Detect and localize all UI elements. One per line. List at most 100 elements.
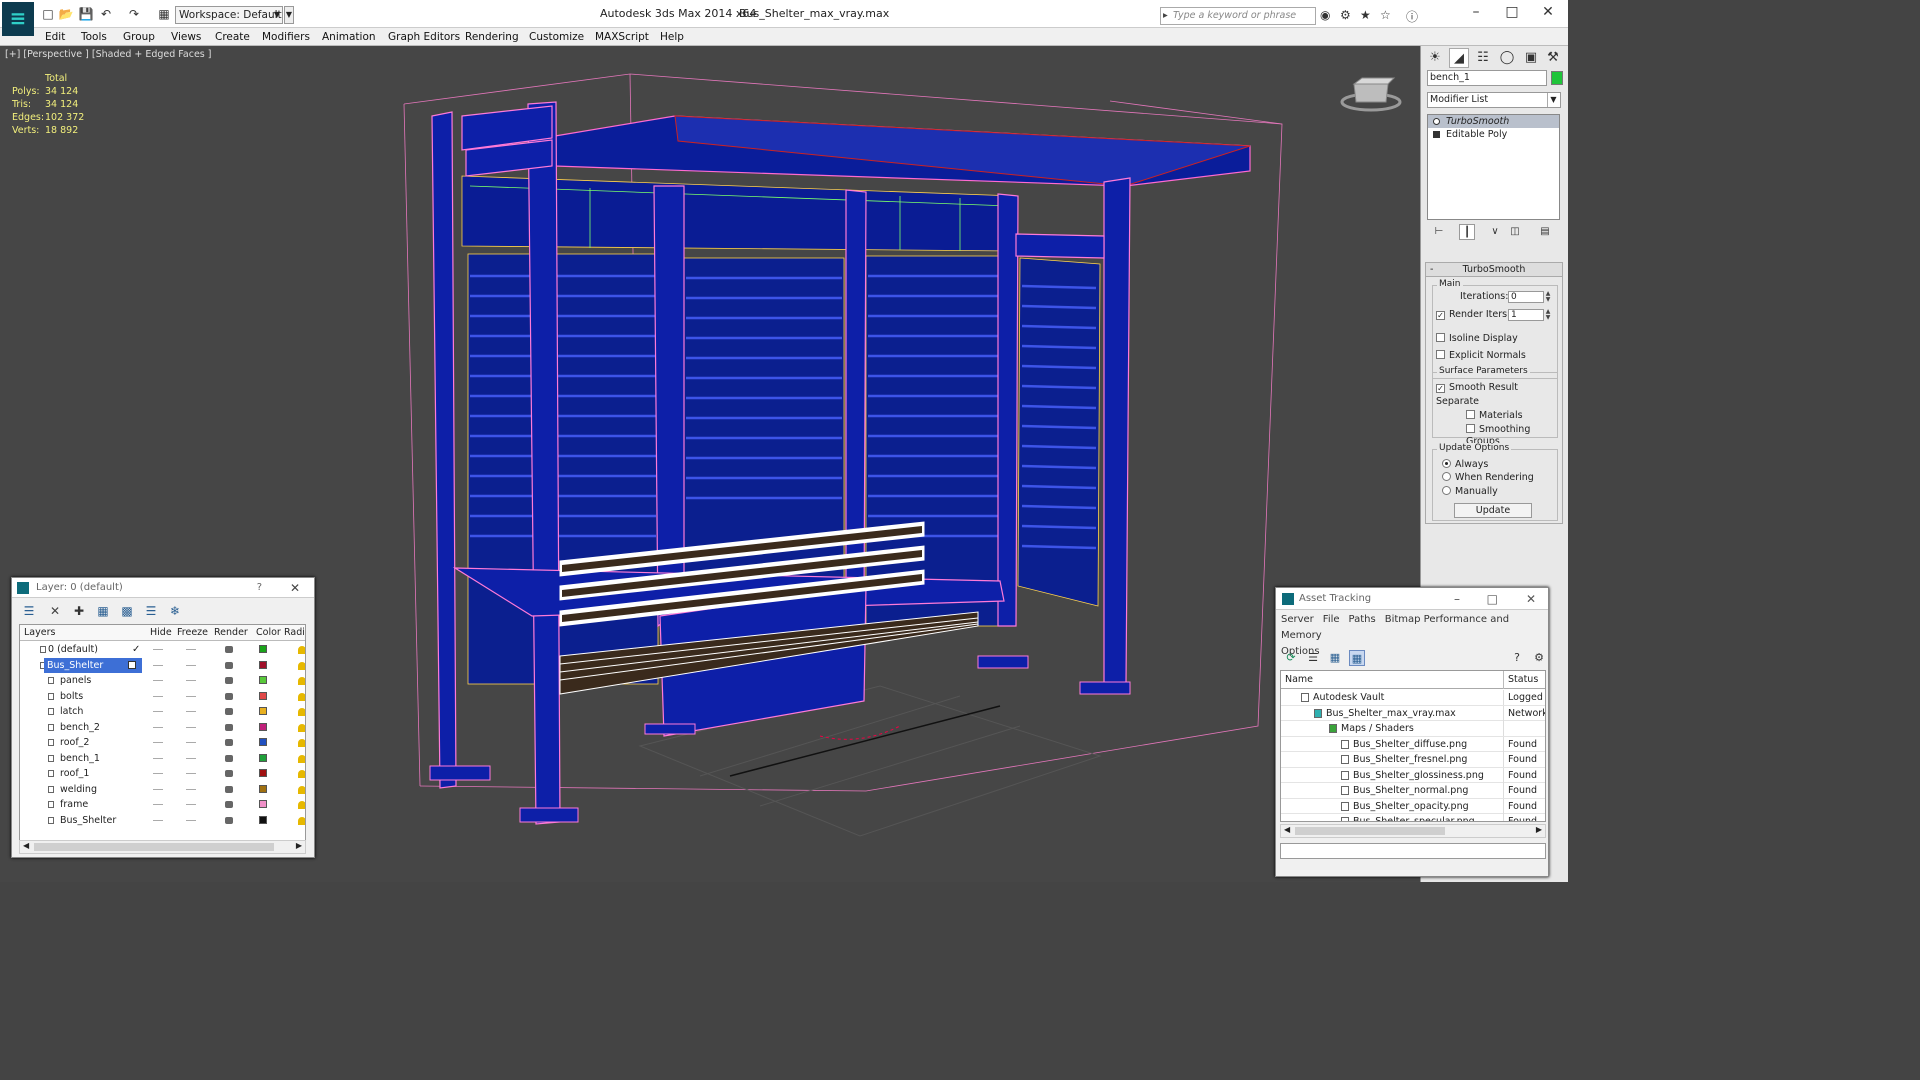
- settings-icon[interactable]: ⚙: [1531, 650, 1547, 666]
- redo-icon[interactable]: ↷: [126, 6, 142, 22]
- radiosity-icon[interactable]: [298, 739, 305, 747]
- freeze-toggle[interactable]: [186, 726, 196, 728]
- layer-color-swatch[interactable]: [259, 769, 267, 777]
- layer-window-titlebar[interactable]: Layer: 0 (default) ? ✕: [12, 578, 314, 598]
- app-logo-icon[interactable]: ≡: [2, 2, 34, 36]
- menu-create[interactable]: Create: [215, 29, 250, 45]
- layer-row[interactable]: Bus_Shelter: [20, 813, 305, 829]
- help-icon[interactable]: ⓘ: [1406, 8, 1418, 25]
- hide-toggle[interactable]: [153, 649, 163, 650]
- favorites-icon[interactable]: ☆: [1380, 8, 1391, 22]
- show-end-result-icon[interactable]: ┃: [1459, 224, 1475, 240]
- help-button[interactable]: ?: [257, 578, 262, 598]
- freeze-toggle[interactable]: [186, 819, 196, 821]
- radiosity-icon[interactable]: [298, 677, 305, 685]
- col-color[interactable]: Color: [256, 625, 281, 641]
- search-input[interactable]: Type a keyword or phrase: [1160, 7, 1316, 25]
- object-color-swatch[interactable]: [1551, 71, 1563, 85]
- iterations-spinner[interactable]: 0: [1508, 291, 1544, 303]
- asset-row[interactable]: Bus_Shelter_specular.png Found: [1281, 814, 1545, 821]
- table-view-icon[interactable]: ▦: [1327, 650, 1343, 666]
- freeze-toggle[interactable]: [186, 711, 196, 712]
- layer-row[interactable]: 0 (default) ✓: [20, 642, 305, 658]
- hide-toggle[interactable]: [153, 726, 163, 728]
- radiosity-icon[interactable]: [298, 816, 305, 825]
- minimize-icon[interactable]: –: [1454, 588, 1460, 610]
- menu-help[interactable]: Help: [660, 29, 684, 45]
- layer-color-swatch[interactable]: [259, 800, 267, 808]
- menu-rendering[interactable]: Rendering: [465, 29, 519, 45]
- maximize-icon[interactable]: □: [1502, 4, 1522, 20]
- communication-center-icon[interactable]: ★: [1360, 8, 1371, 22]
- freeze-all-layers-icon[interactable]: ❄: [166, 602, 184, 620]
- radiosity-icon[interactable]: [298, 723, 305, 732]
- render-teapot-icon[interactable]: [225, 816, 233, 824]
- modifier-stack[interactable]: TurboSmooth Editable Poly: [1427, 114, 1560, 220]
- layer-row[interactable]: welding: [20, 782, 305, 798]
- menu-bitmap-performance[interactable]: Bitmap Performance and Memory: [1281, 614, 1509, 641]
- menu-server[interactable]: Server: [1281, 614, 1314, 625]
- render-teapot-icon[interactable]: [225, 785, 233, 793]
- pin-stack-icon[interactable]: ⊢: [1431, 224, 1447, 240]
- radiosity-icon[interactable]: [298, 661, 305, 670]
- hide-toggle[interactable]: [153, 680, 163, 681]
- open-file-icon[interactable]: 📂: [58, 6, 74, 22]
- freeze-toggle[interactable]: [186, 742, 196, 743]
- asset-row[interactable]: Autodesk Vault Logged Out: [1281, 690, 1545, 706]
- remove-modifier-icon[interactable]: ◫: [1507, 224, 1523, 240]
- radiosity-icon[interactable]: [298, 770, 305, 778]
- save-file-icon[interactable]: 💾: [78, 6, 94, 22]
- menu-maxscript[interactable]: MAXScript: [595, 29, 649, 45]
- spinner-arrows-icon[interactable]: ▲ ▼: [1544, 309, 1552, 321]
- hide-toggle[interactable]: [153, 711, 163, 712]
- minimize-icon[interactable]: –: [1466, 4, 1486, 20]
- menu-views[interactable]: Views: [171, 29, 201, 45]
- hide-toggle[interactable]: [153, 819, 163, 821]
- create-layer-icon[interactable]: ☰: [20, 602, 38, 620]
- modifier-list-dropdown[interactable]: Modifier List ▼: [1427, 92, 1561, 108]
- binoculars-icon[interactable]: ◉: [1320, 8, 1330, 22]
- menu-animation[interactable]: Animation: [322, 29, 376, 45]
- menu-edit[interactable]: Edit: [45, 29, 65, 45]
- expand-plus-icon[interactable]: [1433, 131, 1440, 138]
- render-teapot-icon[interactable]: [225, 646, 233, 653]
- workspace-dropdown[interactable]: Workspace: Default ▼: [175, 6, 283, 24]
- menu-group[interactable]: Group: [123, 29, 155, 45]
- col-radio[interactable]: Radio: [284, 625, 305, 641]
- freeze-toggle[interactable]: [186, 680, 196, 681]
- layer-color-swatch[interactable]: [259, 784, 267, 793]
- menu-customize[interactable]: Customize: [529, 29, 584, 45]
- create-tab-icon[interactable]: ☀: [1425, 48, 1445, 68]
- always-radio[interactable]: Always: [1442, 459, 1488, 471]
- asset-row[interactable]: Bus_Shelter_fresnel.png Found: [1281, 752, 1545, 768]
- freeze-toggle[interactable]: [186, 804, 196, 805]
- smooth-result-checkbox[interactable]: ✓ Smooth Result: [1436, 382, 1518, 394]
- subscription-icon[interactable]: ⚙: [1340, 8, 1351, 22]
- render-teapot-icon[interactable]: [225, 692, 233, 700]
- col-freeze[interactable]: Freeze: [177, 625, 208, 641]
- layer-horizontal-scrollbar[interactable]: ◀ ▶: [19, 840, 306, 854]
- active-layer-check-icon[interactable]: ✓: [132, 642, 140, 657]
- configure-sets-icon[interactable]: ▤: [1537, 224, 1553, 240]
- radiosity-icon[interactable]: [298, 785, 305, 794]
- help-icon[interactable]: ?: [1509, 650, 1525, 666]
- delete-layer-icon[interactable]: ✕: [46, 602, 64, 620]
- asset-row[interactable]: Maps / Shaders: [1281, 721, 1545, 737]
- refresh-icon[interactable]: ⟳: [1283, 650, 1299, 666]
- hide-all-layers-icon[interactable]: ☰: [142, 602, 160, 620]
- scroll-right-icon[interactable]: ▶: [296, 841, 302, 850]
- isoline-display-checkbox[interactable]: Isoline Display: [1436, 333, 1518, 345]
- radiosity-icon[interactable]: [298, 692, 305, 701]
- hide-toggle[interactable]: [153, 742, 163, 743]
- layer-color-swatch[interactable]: [259, 738, 267, 746]
- materials-checkbox[interactable]: Materials: [1466, 410, 1523, 422]
- radiosity-icon[interactable]: [298, 754, 305, 763]
- layer-color-swatch[interactable]: [259, 676, 267, 684]
- layer-color-swatch[interactable]: [259, 691, 267, 700]
- asset-row[interactable]: Bus_Shelter_opacity.png Found: [1281, 798, 1545, 814]
- col-render[interactable]: Render: [214, 625, 248, 641]
- render-iters-spinner[interactable]: 1: [1508, 309, 1544, 321]
- render-teapot-icon[interactable]: [225, 801, 233, 808]
- menu-paths[interactable]: Paths: [1349, 614, 1376, 625]
- utilities-tab-icon[interactable]: ⚒: [1543, 48, 1563, 68]
